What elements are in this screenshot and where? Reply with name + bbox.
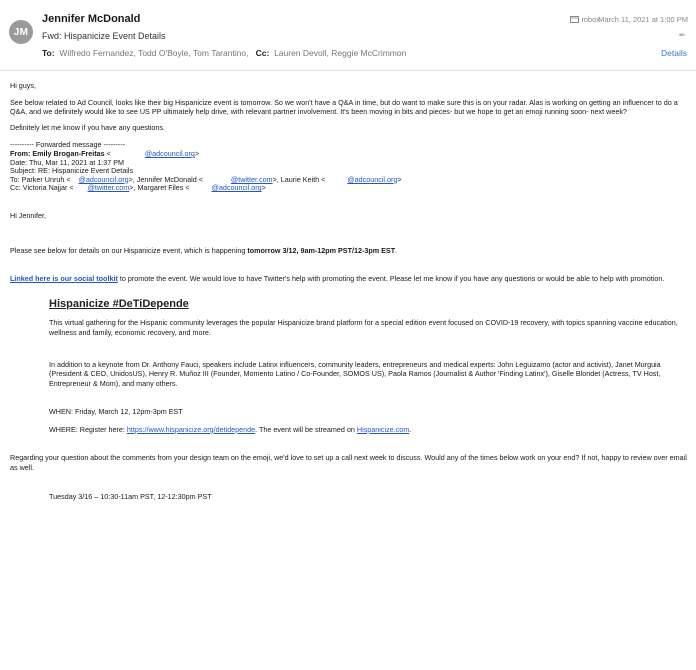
cc-label: Cc: [255, 48, 270, 58]
message-date: March 11, 2021 at 1:00 PM [598, 15, 688, 24]
cc-recipients[interactable]: Lauren Devoll, Reggie McCrimmon [274, 48, 406, 58]
event-description: This virtual gathering for the Hispanic … [49, 318, 678, 337]
event-intro: Please see below for details on our Hisp… [10, 245, 398, 255]
message-header: JM Jennifer McDonald Fwd: Hispanicize Ev… [0, 0, 696, 71]
email-link[interactable]: @adcouncil.org [212, 183, 262, 193]
mailbox-indicator[interactable]: mbox [569, 15, 600, 24]
time-option: Tuesday 3/16 – 10:30-11am PST, 12-12:30p… [49, 491, 212, 501]
event-speakers: In addition to a keynote from Dr. Anthon… [49, 359, 661, 388]
event-details: Hispanicize #DeTiDepende This virtual ga… [10, 297, 688, 435]
call-request-paragraph: Regarding your question about the commen… [10, 453, 687, 473]
toolkit-paragraph: Linked here is our social toolkit to pro… [10, 274, 665, 284]
sender-avatar: JM [9, 20, 33, 44]
questions-line: Definitely let me know if you have any q… [10, 122, 166, 132]
to-label: To: [42, 48, 55, 58]
message-subject: Fwd: Hispanicize Event Details [42, 31, 166, 41]
forwarded-line: ---------- Forwarded message --------- [10, 140, 125, 150]
folder-icon [569, 16, 579, 23]
hispanicize-link[interactable]: Hispanicize.com [357, 425, 409, 434]
sender-name[interactable]: Jennifer McDonald [42, 13, 140, 25]
recipients-line: To: Wilfredo Fernandez, Todd O'Boyle, To… [42, 48, 406, 58]
details-link[interactable]: Details [661, 48, 687, 58]
message-body: Hi guys, See below related to Ad Council… [0, 81, 696, 501]
email-link[interactable]: @twitter.com [88, 183, 130, 193]
attachment-icon: ✒ [678, 30, 686, 40]
greeting: Hi guys, [10, 81, 36, 90]
forwarded-from-name: Emily Brogan-Freitas [32, 148, 105, 158]
salutation: Hi Jennifer, [10, 210, 46, 220]
intro-paragraph: See below related to Ad Council, looks l… [10, 97, 678, 117]
email-link[interactable]: @adcouncil.org [145, 149, 195, 158]
social-toolkit-link[interactable]: Linked here is our social toolkit [10, 274, 118, 283]
register-link[interactable]: https://www.hispanicize.org/detidepende [127, 425, 255, 434]
forwarded-cc: Cc: Victoria Najjar < @twitter.com>, Marg… [10, 183, 266, 193]
to-recipients[interactable]: Wilfredo Fernandez, Todd O'Boyle, Tom Ta… [59, 48, 248, 58]
event-where: WHERE: Register here: https://www.hispan… [49, 424, 412, 434]
forwarded-header: ---------- Forwarded message --------- F… [10, 141, 688, 193]
event-time: tomorrow 3/12, 9am-12pm PST/12-3pm EST [247, 245, 396, 255]
event-when: WHEN: Friday, March 12, 12pm-3pm EST [49, 407, 183, 417]
email-link[interactable]: @adcouncil.org [347, 175, 397, 184]
event-title: Hispanicize #DeTiDepende [49, 297, 189, 310]
